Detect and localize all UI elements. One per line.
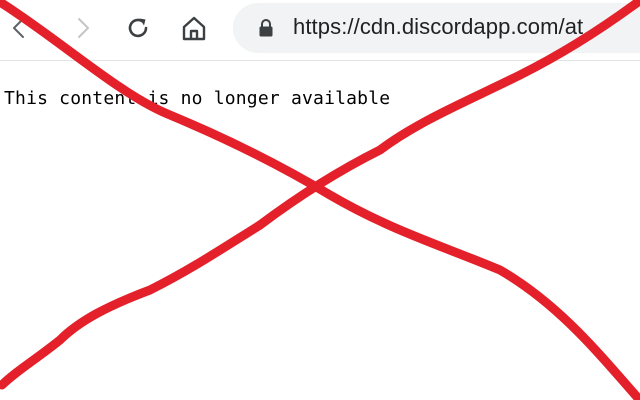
back-button[interactable]: [2, 10, 38, 46]
address-bar[interactable]: https://cdn.discordapp.com/at: [233, 3, 640, 53]
browser-toolbar: https://cdn.discordapp.com/at: [0, 0, 640, 61]
home-button[interactable]: [176, 10, 212, 46]
lock-icon[interactable]: [257, 18, 275, 38]
url-text[interactable]: https://cdn.discordapp.com/at: [293, 14, 583, 40]
browser-window: https://cdn.discordapp.com/at This conte…: [0, 0, 640, 400]
forward-button[interactable]: [64, 10, 100, 46]
reload-icon: [128, 18, 148, 38]
chevron-right-icon: [78, 18, 89, 38]
unavailable-message: This content is no longer available: [4, 88, 391, 109]
reload-button[interactable]: [120, 10, 156, 46]
cross-stroke-left-to-right: [0, 0, 640, 400]
home-icon: [182, 16, 206, 41]
chevron-left-icon: [13, 18, 24, 38]
